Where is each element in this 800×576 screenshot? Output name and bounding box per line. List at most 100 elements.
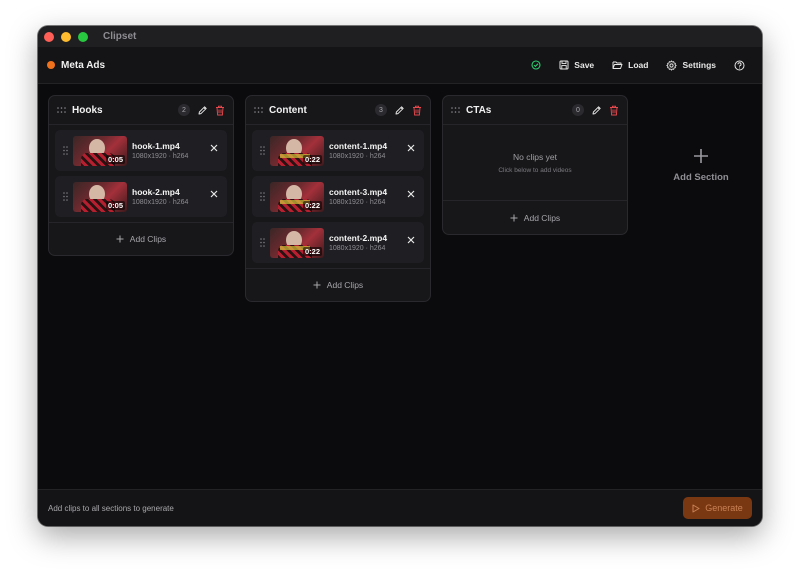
- section-header: Content 3: [246, 96, 430, 125]
- drag-handle-icon[interactable]: [260, 146, 265, 155]
- folder-open-icon: [612, 60, 628, 70]
- clip-item[interactable]: 0:22 content-1.mp4 1080x1920 · h264: [252, 130, 424, 171]
- trash-icon[interactable]: [609, 105, 619, 116]
- close-icon[interactable]: [210, 144, 218, 152]
- section-title: Content: [269, 104, 307, 116]
- save-icon: [559, 60, 574, 70]
- drag-handle-icon[interactable]: [63, 146, 68, 155]
- save-button[interactable]: Save: [559, 60, 594, 70]
- add-clips-button[interactable]: Add Clips: [443, 201, 627, 234]
- clip-thumbnail: 0:22: [270, 135, 324, 166]
- generate-label: Generate: [705, 503, 743, 513]
- close-window-button[interactable]: [44, 31, 54, 42]
- clip-item[interactable]: 0:22 content-2.mp4 1080x1920 · h264: [252, 222, 424, 263]
- clip-meta: hook-2.mp4 1080x1920 · h264: [132, 187, 188, 206]
- clip-duration: 0:05: [105, 200, 125, 210]
- clip-count-badge: 0: [572, 104, 584, 116]
- section-header: CTAs 0: [443, 96, 627, 125]
- app-window: Clipset Meta Ads Save Load Settings Hook…: [38, 26, 762, 526]
- clip-info: 1080x1920 · h264: [132, 199, 189, 206]
- section-title: CTAs: [466, 104, 492, 116]
- section-hooks: Hooks 2 0:05 hook-1.mp4 1080x1920 · h264: [48, 95, 234, 256]
- clip-filename: content-3.mp4: [329, 187, 388, 197]
- add-clips-label: Add Clips: [129, 234, 167, 244]
- app-footer: Add clips to all sections to generate Ge…: [38, 489, 762, 526]
- section-content: Content 3 0:22 content-1.mp4 1080x1920 ·…: [245, 95, 431, 302]
- empty-state-subtitle: Click below to add videos: [498, 166, 572, 174]
- clip-duration: 0:22: [302, 200, 322, 210]
- clip-meta: hook-1.mp4 1080x1920 · h264: [132, 141, 188, 160]
- help-button[interactable]: [734, 60, 750, 71]
- settings-label: Settings: [682, 60, 716, 70]
- add-section-label: Add Section: [673, 172, 729, 183]
- close-icon[interactable]: [210, 190, 218, 198]
- section-title: Hooks: [72, 104, 103, 116]
- clip-meta: content-3.mp4 1080x1920 · h264: [329, 187, 387, 206]
- drag-handle-icon[interactable]: [451, 107, 460, 113]
- generate-button[interactable]: Generate: [683, 497, 752, 519]
- drag-handle-icon[interactable]: [57, 107, 66, 113]
- empty-state-title: No clips yet: [513, 151, 557, 162]
- add-clips-label: Add Clips: [523, 212, 561, 223]
- plus-icon: [116, 235, 124, 243]
- clip-meta: content-2.mp4 1080x1920 · h264: [329, 233, 387, 252]
- load-button[interactable]: Load: [612, 60, 648, 70]
- minimize-window-button[interactable]: [61, 31, 71, 42]
- settings-button[interactable]: Settings: [666, 59, 716, 71]
- close-icon[interactable]: [407, 236, 415, 244]
- drag-handle-icon[interactable]: [63, 192, 68, 201]
- add-clips-button[interactable]: Add Clips: [49, 222, 233, 255]
- window-title: Clipset: [103, 31, 137, 42]
- clip-count-badge: 2: [178, 104, 190, 116]
- close-icon[interactable]: [407, 144, 415, 152]
- gear-icon: [666, 59, 682, 71]
- clip-filename: content-1.mp4: [329, 141, 388, 151]
- trash-icon[interactable]: [412, 105, 422, 116]
- clip-info: 1080x1920 · h264: [329, 245, 386, 252]
- maximize-window-button[interactable]: [78, 31, 88, 42]
- section-ctas: CTAs 0 No clips yet Click below to add v…: [442, 95, 628, 235]
- clip-info: 1080x1920 · h264: [132, 153, 189, 160]
- header-actions: Save Load Settings: [531, 59, 750, 71]
- drag-handle-icon[interactable]: [260, 238, 265, 247]
- help-circle-icon: [734, 60, 750, 71]
- add-clips-label: Add Clips: [326, 280, 364, 290]
- clip-item[interactable]: 0:05 hook-2.mp4 1080x1920 · h264: [55, 176, 227, 217]
- add-clips-button[interactable]: Add Clips: [246, 268, 430, 301]
- clip-info: 1080x1920 · h264: [329, 199, 386, 206]
- clip-duration: 0:22: [302, 154, 322, 164]
- section-header: Hooks 2: [49, 96, 233, 125]
- drag-handle-icon[interactable]: [254, 107, 263, 113]
- clip-info: 1080x1920 · h264: [329, 153, 386, 160]
- clip-list: 0:22 content-1.mp4 1080x1920 · h264 0:22…: [246, 125, 430, 263]
- plus-icon: [510, 214, 518, 221]
- check-circle-icon: [531, 60, 541, 70]
- clip-count-badge: 3: [375, 104, 387, 116]
- empty-state: No clips yet Click below to add videos: [443, 125, 627, 201]
- clip-duration: 0:05: [105, 154, 125, 164]
- project-indicator: Meta Ads: [47, 60, 105, 71]
- clip-filename: hook-1.mp4: [132, 141, 180, 151]
- clip-item[interactable]: 0:22 content-3.mp4 1080x1920 · h264: [252, 176, 424, 217]
- pencil-icon[interactable]: [591, 105, 602, 116]
- title-bar: Clipset: [38, 26, 762, 47]
- drag-handle-icon[interactable]: [260, 192, 265, 201]
- clip-duration: 0:22: [302, 246, 322, 256]
- pencil-icon[interactable]: [394, 105, 405, 116]
- save-label: Save: [574, 60, 595, 70]
- clip-list: 0:05 hook-1.mp4 1080x1920 · h264 0:05 ho…: [49, 125, 233, 217]
- clip-item[interactable]: 0:05 hook-1.mp4 1080x1920 · h264: [55, 130, 227, 171]
- add-section-button[interactable]: Add Section: [640, 95, 762, 236]
- clip-filename: hook-2.mp4: [132, 187, 180, 197]
- load-label: Load: [628, 60, 649, 70]
- close-icon[interactable]: [407, 190, 415, 198]
- trash-icon[interactable]: [215, 105, 225, 116]
- clip-thumbnail: 0:22: [270, 181, 324, 212]
- play-icon: [692, 504, 700, 512]
- clip-thumbnail: 0:05: [73, 181, 127, 212]
- clip-thumbnail: 0:05: [73, 135, 127, 166]
- project-name: Meta Ads: [61, 59, 106, 71]
- pencil-icon[interactable]: [197, 105, 208, 116]
- sections-board: Hooks 2 0:05 hook-1.mp4 1080x1920 · h264: [38, 84, 762, 489]
- plus-icon: [313, 281, 321, 289]
